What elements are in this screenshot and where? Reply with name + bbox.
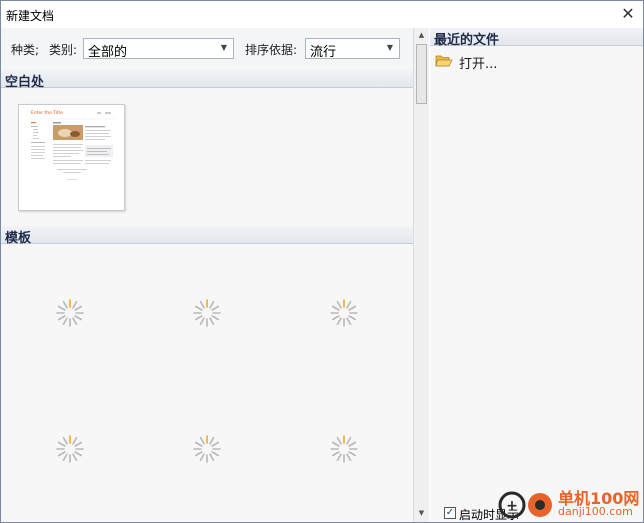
blank-section-title: 空白处 xyxy=(5,75,45,90)
recent-section-title: 最近的文件 xyxy=(434,33,500,48)
folder-open-icon xyxy=(435,55,453,67)
loading-spinner-icon xyxy=(192,298,222,328)
blank-section-header: 空白处 xyxy=(1,70,413,90)
close-button[interactable]: ✕ xyxy=(617,3,639,25)
sort-label: 排序依据: xyxy=(245,43,298,57)
open-file-label: 打开... xyxy=(459,57,498,72)
window-title: 新建文档 xyxy=(6,9,55,23)
scroll-down-icon[interactable]: ▼ xyxy=(414,506,429,521)
close-icon: ✕ xyxy=(621,4,635,23)
watermark-logo: + xyxy=(498,491,552,519)
chevron-down-icon: ▼ xyxy=(220,43,228,52)
sort-value: 流行 xyxy=(310,45,337,60)
svg-text:+: + xyxy=(506,498,518,514)
site-watermark: + 单机100网 danji100.com xyxy=(496,482,644,522)
templates-section-title: 模板 xyxy=(5,231,32,246)
loading-spinner-icon xyxy=(192,434,222,464)
category-value: 全部的 xyxy=(88,45,128,60)
loading-spinner-icon xyxy=(55,298,85,328)
template-pane: 种类; 类别: 全部的 ▼ 排序依据: 流行 ▼ 空白处 Enter the T… xyxy=(1,28,429,522)
sort-dropdown[interactable]: 流行 ▼ xyxy=(305,38,400,60)
open-file-link[interactable]: 打开... xyxy=(435,51,555,72)
loading-spinner-icon xyxy=(55,434,85,464)
scroll-thumb[interactable] xyxy=(416,44,427,104)
recent-files-pane: 最近的文件 打开... ✓ 启动时显示 xyxy=(430,28,643,522)
templates-section-header: 模板 xyxy=(1,226,413,246)
category-dropdown[interactable]: 全部的 ▼ xyxy=(83,38,234,60)
blank-template-preview: Enter the Title xyxy=(19,105,124,210)
template-scrollbar[interactable]: ▲ ▼ xyxy=(413,28,429,522)
scroll-up-icon[interactable]: ▲ xyxy=(414,28,429,43)
template-heading: Enter the Title xyxy=(31,110,63,116)
category-label: 类别: xyxy=(49,43,78,57)
startup-checkbox[interactable]: ✓ xyxy=(444,507,456,519)
blank-template-thumbnail[interactable]: Enter the Title xyxy=(18,104,125,211)
kind-label: 种类; xyxy=(11,43,40,57)
loading-spinner-icon xyxy=(329,298,359,328)
chevron-down-icon: ▼ xyxy=(386,43,394,52)
titlebar: 新建文档 ✕ xyxy=(1,1,643,28)
new-document-window: 新建文档 ✕ 种类; 类别: 全部的 ▼ 排序依据: 流行 ▼ 空白处 Ente… xyxy=(0,0,644,523)
loading-spinner-icon xyxy=(329,434,359,464)
watermark-url: danji100.com xyxy=(558,505,633,518)
filter-bar: 种类; 类别: 全部的 ▼ 排序依据: 流行 ▼ xyxy=(1,28,413,70)
recent-section-header: 最近的文件 xyxy=(430,28,643,48)
